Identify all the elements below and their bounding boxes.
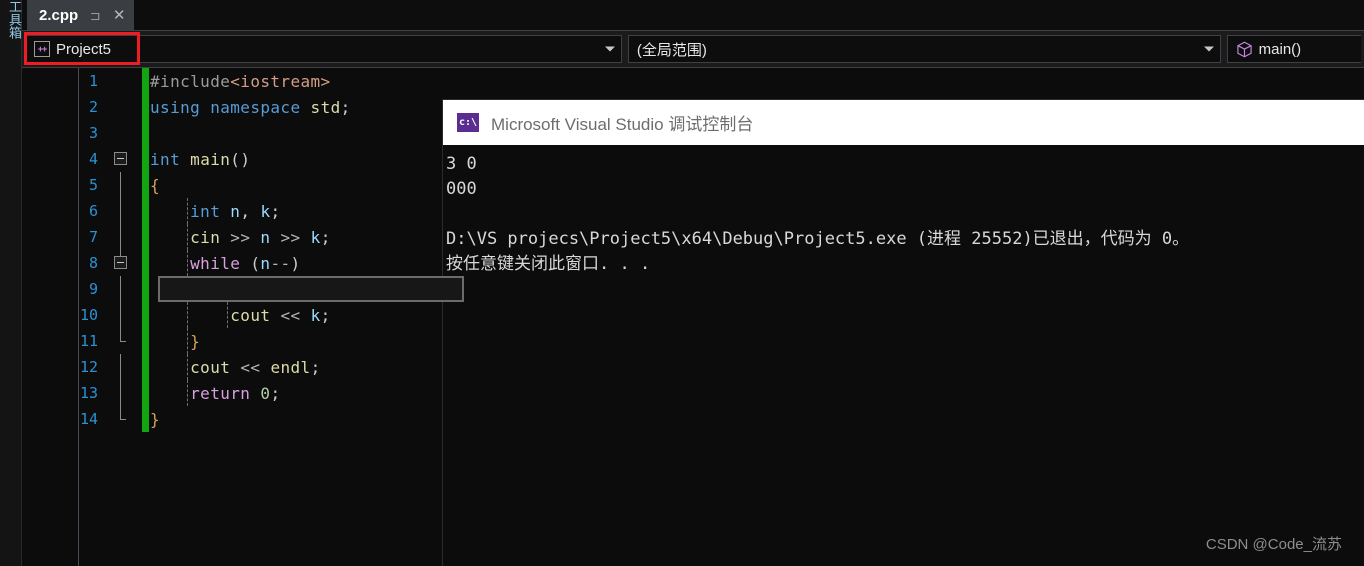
fold-collapse-icon[interactable] bbox=[114, 256, 127, 269]
cpp-project-icon: ++ bbox=[34, 41, 50, 57]
fold-guide-line bbox=[120, 354, 121, 380]
console-icon: c:\ bbox=[457, 113, 479, 132]
close-icon[interactable]: ✕ bbox=[112, 8, 126, 23]
console-line: 000 bbox=[446, 179, 477, 199]
fold-guide-line bbox=[120, 406, 121, 419]
change-indicator-bar bbox=[142, 68, 149, 432]
fold-column[interactable] bbox=[110, 146, 132, 172]
code-text: #include<iostream> bbox=[150, 71, 331, 91]
fold-guide-line bbox=[120, 380, 121, 406]
code-line[interactable]: 1 #include<iostream> bbox=[22, 68, 1364, 94]
line-number: 10 bbox=[79, 306, 98, 324]
fold-guide-end bbox=[120, 341, 126, 342]
indent-guide bbox=[187, 250, 188, 276]
member-combo[interactable]: main() bbox=[1226, 35, 1361, 63]
indent-guide bbox=[187, 328, 188, 354]
indent-guide bbox=[187, 354, 188, 380]
fold-column[interactable] bbox=[110, 328, 132, 354]
tool-rail-label[interactable]: 工具箱 bbox=[1, 0, 21, 39]
navigation-bar: ++ Project5 (全局范围) main() bbox=[22, 30, 1364, 68]
indent-guide bbox=[187, 224, 188, 250]
fold-column[interactable] bbox=[110, 250, 132, 276]
line-number: 14 bbox=[79, 410, 98, 428]
member-combo-label: main() bbox=[1258, 40, 1302, 58]
debug-console-window[interactable]: c:\ Microsoft Visual Studio 调试控制台 3 0 00… bbox=[443, 100, 1364, 566]
fold-collapse-icon[interactable] bbox=[114, 152, 127, 165]
fold-guide-line bbox=[120, 302, 121, 328]
fold-guide-line bbox=[120, 172, 121, 198]
fold-guide-line bbox=[120, 276, 121, 302]
fold-column[interactable] bbox=[110, 68, 132, 94]
line-number: 11 bbox=[79, 332, 98, 350]
project-combo-label: Project5 bbox=[56, 40, 112, 58]
line-number: 8 bbox=[88, 254, 98, 272]
line-number: 5 bbox=[88, 176, 98, 194]
visual-studio-window: 工具箱 2.cpp ⊐ ✕ ++ Project5 (全局范围) main() … bbox=[0, 0, 1364, 566]
fold-column[interactable] bbox=[110, 406, 132, 432]
chevron-down-icon[interactable] bbox=[1203, 46, 1214, 52]
fold-guide-end bbox=[120, 419, 126, 420]
line-number: 6 bbox=[88, 202, 98, 220]
indent-guide bbox=[187, 198, 188, 224]
line-number: 7 bbox=[88, 228, 98, 246]
fold-column[interactable] bbox=[110, 172, 132, 198]
console-title-bar[interactable]: c:\ Microsoft Visual Studio 调试控制台 bbox=[443, 100, 1364, 145]
watermark: CSDN @Code_流苏 bbox=[1205, 536, 1342, 553]
console-output: 3 0 000 D:\VS projecs\Project5\x64\Debug… bbox=[443, 145, 1364, 277]
fold-column[interactable] bbox=[110, 224, 132, 250]
fold-column[interactable] bbox=[110, 120, 132, 146]
fold-guide-line bbox=[120, 224, 121, 250]
line-number: 4 bbox=[88, 150, 98, 168]
fold-guide-line bbox=[120, 198, 121, 224]
indent-guide bbox=[187, 276, 188, 302]
indent-guide bbox=[187, 302, 188, 328]
fold-column[interactable] bbox=[110, 198, 132, 224]
line-number: 9 bbox=[88, 280, 98, 298]
line-number: 12 bbox=[79, 358, 98, 376]
console-line: 3 0 bbox=[446, 154, 477, 174]
fold-guide-line bbox=[120, 328, 121, 341]
tool-rail[interactable]: 工具箱 bbox=[0, 0, 22, 566]
fold-column[interactable] bbox=[110, 302, 132, 328]
cube-icon bbox=[1236, 41, 1253, 58]
scope-combo-label: (全局范围) bbox=[636, 41, 707, 59]
fold-column[interactable] bbox=[110, 276, 132, 302]
indent-guide bbox=[187, 380, 188, 406]
line-number: 2 bbox=[88, 98, 98, 116]
document-tab-label: 2.cpp bbox=[39, 6, 79, 24]
console-title-text: Microsoft Visual Studio 调试控制台 bbox=[491, 115, 754, 134]
document-tab-strip: 2.cpp ⊐ ✕ bbox=[22, 0, 1364, 30]
line-number: 1 bbox=[88, 72, 98, 90]
line-number: 13 bbox=[79, 384, 98, 402]
document-tab-2cpp[interactable]: 2.cpp ⊐ ✕ bbox=[27, 0, 135, 30]
fold-column[interactable] bbox=[110, 354, 132, 380]
project-combo[interactable]: ++ Project5 bbox=[25, 35, 622, 63]
console-line: 按任意键关闭此窗口. . . bbox=[446, 254, 651, 274]
fold-column[interactable] bbox=[110, 380, 132, 406]
line-number: 3 bbox=[88, 124, 98, 142]
pin-icon[interactable]: ⊐ bbox=[88, 8, 102, 22]
console-line: D:\VS projecs\Project5\x64\Debug\Project… bbox=[446, 229, 1190, 249]
indent-guide bbox=[227, 302, 228, 328]
chevron-down-icon[interactable] bbox=[604, 46, 615, 52]
fold-column[interactable] bbox=[110, 94, 132, 120]
scope-combo[interactable]: (全局范围) bbox=[627, 35, 1221, 63]
